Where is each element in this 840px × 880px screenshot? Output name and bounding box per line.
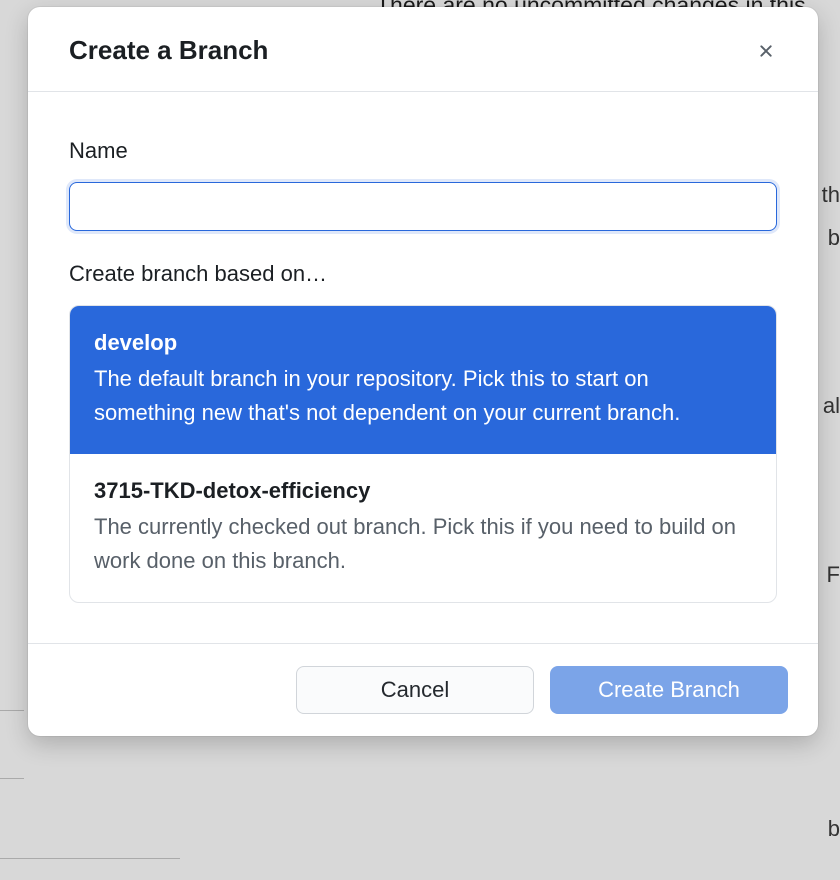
dialog-footer: Cancel Create Branch (28, 643, 818, 736)
close-icon (756, 41, 776, 61)
backdrop-divider (0, 778, 24, 779)
backdrop-divider (0, 710, 24, 711)
create-branch-dialog: Create a Branch Name Create branch based… (28, 7, 818, 736)
option-description: The default branch in your repository. P… (94, 362, 752, 430)
option-name: 3715-TKD-detox-efficiency (94, 478, 752, 504)
close-button[interactable] (752, 37, 780, 65)
branch-name-input[interactable] (69, 182, 777, 231)
base-branch-option-develop[interactable]: develop The default branch in your repos… (70, 306, 776, 454)
create-branch-button[interactable]: Create Branch (550, 666, 788, 714)
base-branch-options: develop The default branch in your repos… (69, 305, 777, 603)
backdrop-side-text: b (828, 816, 840, 842)
dialog-title: Create a Branch (69, 35, 268, 66)
dialog-body: Name Create branch based on… develop The… (28, 92, 818, 643)
cancel-button[interactable]: Cancel (296, 666, 534, 714)
option-name: develop (94, 330, 752, 356)
based-on-label: Create branch based on… (69, 261, 777, 287)
name-label: Name (69, 138, 777, 164)
backdrop-side-text: al (823, 393, 840, 419)
backdrop-side-text: th (822, 182, 840, 208)
backdrop-divider (0, 858, 180, 859)
option-description: The currently checked out branch. Pick t… (94, 510, 752, 578)
backdrop-side-text: b (828, 225, 840, 251)
backdrop-side-text: F (827, 562, 840, 588)
dialog-header: Create a Branch (28, 7, 818, 92)
base-branch-option-current[interactable]: 3715-TKD-detox-efficiency The currently … (70, 454, 776, 602)
